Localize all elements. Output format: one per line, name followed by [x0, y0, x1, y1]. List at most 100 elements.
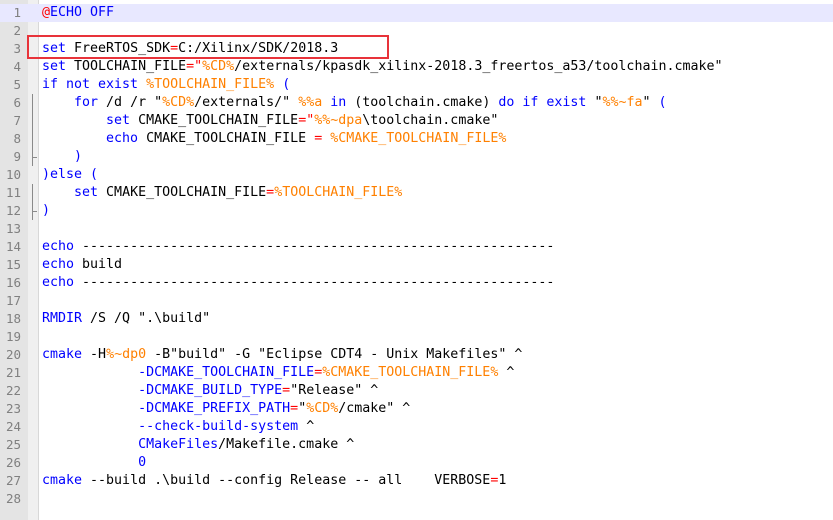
code-line[interactable]: 5 if not exist %TOOLCHAIN_FILE% ( [0, 76, 833, 94]
code-line[interactable]: 16 echo ---------------------------------… [0, 274, 833, 292]
code-token: ( [658, 95, 667, 110]
line-number: 25 [5, 437, 21, 452]
code-token: %TOOLCHAIN_FILE% [146, 77, 275, 92]
code-token: " [586, 95, 603, 110]
code-token: CMakeFiles [42, 437, 219, 452]
code-line[interactable]: 13 [0, 220, 833, 238]
code-line[interactable]: 22 -DCMAKE_BUILD_TYPE="Release" ^ [0, 382, 833, 400]
code-token: " [642, 95, 659, 110]
code-line[interactable]: 11 set CMAKE_TOOLCHAIN_FILE=%TOOLCHAIN_F… [0, 184, 833, 202]
code-line[interactable]: 6 for /d /r "%CD%/externals/" %%a in (to… [0, 94, 833, 112]
line-number: 26 [5, 455, 21, 470]
line-number: 24 [5, 419, 21, 434]
code-text[interactable]: )else ( [42, 166, 98, 184]
code-line[interactable]: 21 -DCMAKE_TOOLCHAIN_FILE=%CMAKE_TOOLCHA… [0, 364, 833, 382]
code-text[interactable]: for /d /r "%CD%/externals/" %%a in (tool… [42, 94, 667, 112]
code-line[interactable]: 26 0 [0, 454, 833, 472]
code-token: )else ( [42, 167, 99, 182]
code-token: = [266, 185, 275, 200]
code-line[interactable]: 18 RMDIR /S /Q ".\build" [0, 310, 833, 328]
code-text[interactable]: echo CMAKE_TOOLCHAIN_FILE = %CMAKE_TOOLC… [42, 130, 506, 148]
code-token: ECHO OFF [50, 5, 115, 20]
line-number: 22 [5, 383, 21, 398]
code-text[interactable]: CMakeFiles/Makefile.cmake ^ [42, 436, 354, 454]
code-text[interactable]: -DCMAKE_BUILD_TYPE="Release" ^ [42, 382, 378, 400]
line-number: 18 [5, 311, 21, 326]
code-token: set [42, 185, 99, 200]
code-line[interactable]: 17 [0, 292, 833, 310]
code-text[interactable]: ) [42, 202, 50, 220]
line-number: 9 [13, 149, 21, 164]
code-line[interactable]: 4 set TOOLCHAIN_FILE="%CD%/externals/kpas… [0, 58, 833, 76]
code-token: (toolchain.cmake) [346, 95, 499, 110]
code-text[interactable]: ) [42, 148, 82, 166]
code-text[interactable]: cmake --build .\build --config Release -… [42, 472, 506, 490]
line-number: 19 [5, 329, 21, 344]
code-text[interactable]: echo -----------------------------------… [42, 238, 554, 256]
code-token: %TOOLCHAIN_FILE% [274, 185, 403, 200]
line-number: 23 [5, 401, 21, 416]
code-token: -B"build" -G "Eclipse CDT4 - Unix Makefi… [146, 347, 523, 362]
code-line[interactable]: 25 CMakeFiles/Makefile.cmake ^ [0, 436, 833, 454]
code-line[interactable]: 28 [0, 490, 833, 508]
code-line[interactable]: 10 )else ( [0, 166, 833, 184]
code-line[interactable]: 14 echo ---------------------------------… [0, 238, 833, 256]
code-token: -DCMAKE_TOOLCHAIN_FILE [42, 365, 315, 380]
code-text[interactable]: echo build [42, 256, 122, 274]
code-token: for [42, 95, 99, 110]
code-token: TOOLCHAIN_FILE [66, 59, 187, 74]
code-line[interactable]: 1 @ECHO OFF [0, 4, 833, 22]
code-text[interactable]: @ECHO OFF [42, 4, 114, 22]
line-number: 13 [5, 221, 21, 236]
code-text[interactable]: if not exist %TOOLCHAIN_FILE% ( [42, 76, 290, 94]
code-token: --build .\build --config Release -- all … [82, 473, 491, 488]
code-token: if not exist [42, 77, 139, 92]
code-line[interactable]: 7 set CMAKE_TOOLCHAIN_FILE="%%~dpa\toolc… [0, 112, 833, 130]
code-token: = [290, 401, 299, 416]
line-number: 2 [13, 23, 21, 38]
code-token: --check-build-system [42, 419, 299, 434]
code-token: "Release" ^ [290, 383, 379, 398]
code-text[interactable]: 0 [42, 454, 146, 472]
code-token: ) [42, 149, 83, 164]
code-token: echo [42, 275, 75, 290]
code-text[interactable]: cmake -H%~dp0 -B"build" -G "Eclipse CDT4… [42, 346, 522, 364]
line-number: 12 [5, 203, 21, 218]
code-token: %CD% [306, 401, 339, 416]
code-token: = [314, 365, 323, 380]
code-token: /S /Q ".\build" [82, 311, 211, 326]
line-number: 5 [13, 77, 21, 92]
code-token: ^ [498, 365, 515, 380]
code-line[interactable]: 8 echo CMAKE_TOOLCHAIN_FILE = %CMAKE_TOO… [0, 130, 833, 148]
code-token: %CMAKE_TOOLCHAIN_FILE% [322, 365, 499, 380]
code-line[interactable]: 24 --check-build-system ^ [0, 418, 833, 436]
code-token: 0 [42, 455, 147, 470]
code-text[interactable]: set TOOLCHAIN_FILE="%CD%/externals/kpasd… [42, 58, 723, 76]
code-token: \toolchain.cmake" [362, 113, 499, 128]
code-text[interactable]: -DCMAKE_PREFIX_PATH="%CD%/cmake" ^ [42, 400, 410, 418]
code-token: =" [186, 59, 203, 74]
code-line[interactable]: 20 cmake -H%~dp0 -B"build" -G "Eclipse CD… [0, 346, 833, 364]
code-text[interactable]: --check-build-system ^ [42, 418, 314, 436]
code-line[interactable]: 15 echo build [0, 256, 833, 274]
code-token: do if exist [498, 95, 587, 110]
line-number: 4 [13, 59, 21, 74]
line-number: 10 [5, 167, 21, 182]
code-text[interactable]: set CMAKE_TOOLCHAIN_FILE="%%~dpa\toolcha… [42, 112, 498, 130]
code-text[interactable]: RMDIR /S /Q ".\build" [42, 310, 210, 328]
code-line[interactable]: 23 -DCMAKE_PREFIX_PATH="%CD%/cmake" ^ [0, 400, 833, 418]
code-line[interactable]: 12) [0, 202, 833, 220]
code-text[interactable]: echo -----------------------------------… [42, 274, 554, 292]
line-number: 16 [5, 275, 21, 290]
code-line[interactable]: 19 [0, 328, 833, 346]
code-line[interactable]: 9 ) [0, 148, 833, 166]
code-editor[interactable]: 1 @ECHO OFF 2 3 set FreeRTOS_SDK=C:/Xilinx/S… [0, 0, 833, 520]
code-token: %CD% [162, 95, 195, 110]
code-line[interactable]: 27 cmake --build .\build --config Release… [0, 472, 833, 490]
line-number: 7 [13, 113, 21, 128]
code-token: /Makefile.cmake ^ [218, 437, 355, 452]
code-text[interactable]: set CMAKE_TOOLCHAIN_FILE=%TOOLCHAIN_FILE… [42, 184, 402, 202]
code-text[interactable]: -DCMAKE_TOOLCHAIN_FILE=%CMAKE_TOOLCHAIN_… [42, 364, 514, 382]
code-token: /externals/" [194, 95, 299, 110]
